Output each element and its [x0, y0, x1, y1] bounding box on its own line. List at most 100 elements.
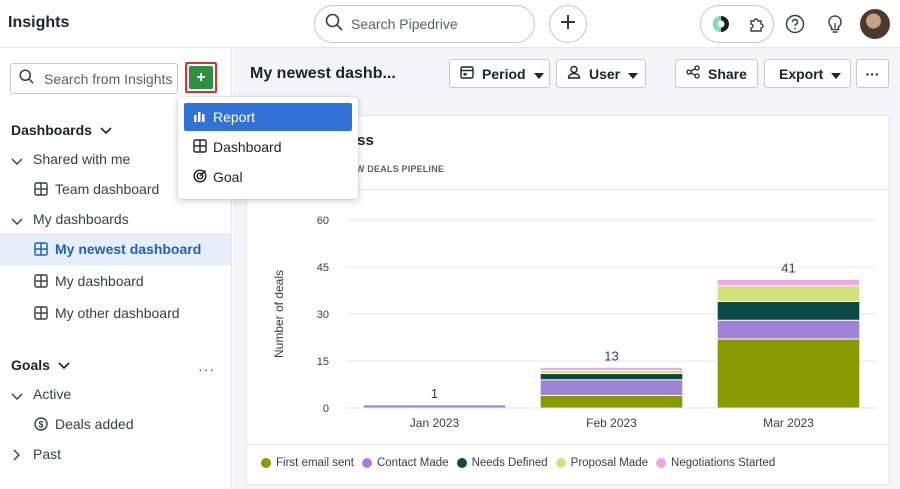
- calendar-icon: [460, 65, 474, 82]
- period-label: Period: [482, 65, 526, 82]
- search-icon: [325, 13, 343, 36]
- export-button[interactable]: Export: [764, 59, 851, 88]
- caret-down-icon: [628, 66, 639, 82]
- share-label: Share: [708, 65, 747, 82]
- bar-segment: [717, 286, 860, 301]
- my-dashboards-label: My dashboards: [33, 211, 129, 227]
- menu-item-label: Goal: [213, 169, 243, 185]
- menu-item-label: Report: [213, 109, 256, 125]
- legend-label: Negotiations Started: [671, 457, 776, 469]
- chevron-down-icon: [11, 388, 23, 404]
- bar-segment: [540, 370, 683, 374]
- share-button[interactable]: Share: [675, 59, 758, 88]
- bar-total-label: 1: [431, 386, 438, 401]
- legend-divider: [247, 444, 888, 445]
- insights-search-input[interactable]: Search from Insights: [10, 63, 178, 94]
- global-search-placeholder: Search Pipedrive: [351, 16, 458, 32]
- sidebar-item-label: Deals added: [55, 416, 134, 432]
- dashboard-icon: [34, 182, 48, 199]
- my-dashboards-group[interactable]: My dashboards: [0, 203, 231, 235]
- period-filter-button[interactable]: Period: [449, 59, 550, 88]
- legend-swatch: [456, 458, 467, 468]
- add-insight-menu: Report Dashboard Goal: [178, 97, 358, 199]
- quick-add-button[interactable]: [549, 5, 587, 43]
- shared-with-me-label: Shared with me: [33, 151, 131, 167]
- bar-segment: [717, 280, 860, 286]
- dashboard-icon: [34, 274, 48, 291]
- lightbulb-icon[interactable]: [823, 12, 847, 36]
- extensions-icon[interactable]: [747, 14, 767, 39]
- y-tick-label: 0: [323, 403, 329, 415]
- bar-segment: [540, 380, 683, 395]
- y-tick-label: 60: [317, 215, 329, 227]
- sales-assistant-icon[interactable]: [711, 14, 731, 39]
- search-icon: [19, 69, 34, 89]
- user-filter-button[interactable]: User: [556, 59, 646, 88]
- legend-item[interactable]: Negotiations Started: [656, 457, 775, 469]
- sidebar-item-my-newest-dashboard[interactable]: My newest dashboard: [0, 233, 231, 265]
- legend-swatch: [555, 458, 566, 468]
- menu-item-label: Dashboard: [213, 139, 282, 155]
- svg-text:$: $: [38, 419, 43, 429]
- bar-segment: [540, 374, 683, 380]
- bar-segment: [540, 395, 683, 408]
- legend-item[interactable]: Proposal Made: [555, 457, 649, 469]
- bar-total-label: 13: [604, 348, 618, 363]
- legend-swatch: [361, 458, 372, 468]
- sidebar-item-label: My dashboard: [55, 273, 144, 289]
- help-icon[interactable]: [783, 12, 807, 36]
- y-axis-label: Number of deals: [272, 270, 286, 358]
- avatar[interactable]: [860, 9, 890, 39]
- sidebar-item-my-other-dashboard[interactable]: My other dashboard: [0, 297, 231, 329]
- y-tick-label: 45: [317, 262, 329, 274]
- more-options-button[interactable]: ···: [856, 59, 889, 88]
- goals-past-group[interactable]: Past: [0, 438, 231, 470]
- insights-search-placeholder: Search from Insights: [44, 70, 173, 87]
- dashboard-title[interactable]: My newest dashb...: [250, 65, 396, 83]
- legend-label: Proposal Made: [570, 457, 649, 469]
- bar-chart-icon: [193, 109, 207, 126]
- legend-item[interactable]: Needs Defined: [456, 457, 548, 469]
- chevron-down-icon: [100, 122, 112, 138]
- x-tick-label: Feb 2023: [586, 416, 637, 430]
- menu-item-dashboard[interactable]: Dashboard: [184, 133, 352, 161]
- menu-item-report[interactable]: Report: [184, 103, 352, 131]
- dashboard-icon: [193, 138, 207, 156]
- goals-active-label: Active: [33, 386, 72, 402]
- user-icon: [567, 65, 581, 82]
- chevron-down-icon: [11, 213, 23, 229]
- sidebar-item-my-dashboard[interactable]: My dashboard: [0, 265, 231, 297]
- app-title: Insights: [8, 14, 70, 31]
- sidebar-item-label: My other dashboard: [55, 305, 180, 321]
- x-tick-label: Mar 2023: [763, 416, 814, 430]
- sidebar-item-label: Team dashboard: [55, 181, 160, 197]
- share-icon: [686, 65, 700, 82]
- goals-active-group[interactable]: Active: [0, 378, 231, 410]
- global-search-input[interactable]: Search Pipedrive: [314, 5, 535, 43]
- goals-more-button[interactable]: ···: [198, 361, 215, 377]
- bar-segment: [717, 339, 860, 408]
- legend-label: First email sent: [276, 457, 354, 469]
- x-tick-label: Jan 2023: [410, 416, 460, 430]
- chevron-right-icon: [13, 448, 21, 464]
- chart-legend: First email sent Contact Made Needs Define…: [261, 457, 775, 469]
- y-tick-label: 30: [317, 309, 329, 321]
- dashboards-section-toggle[interactable]: Dashboards: [11, 122, 112, 138]
- export-label: Export: [779, 65, 824, 82]
- add-insight-button[interactable]: +: [185, 62, 217, 93]
- legend-label: Needs Defined: [471, 457, 548, 469]
- more-label: ···: [865, 65, 880, 82]
- sidebar-item-deals-added[interactable]: $ Deals added: [0, 408, 231, 440]
- legend-item[interactable]: First email sent: [261, 457, 354, 469]
- goals-section-toggle[interactable]: Goals: [11, 357, 70, 373]
- legend-item[interactable]: Contact Made: [361, 457, 449, 469]
- bar-segment: [717, 301, 860, 320]
- user-label: User: [589, 65, 621, 82]
- menu-item-goal[interactable]: Goal: [184, 163, 352, 191]
- dollar-icon: $: [34, 417, 48, 434]
- plus-icon: [560, 14, 576, 35]
- chevron-down-icon: [11, 153, 23, 169]
- caret-down-icon: [831, 66, 842, 82]
- assistant-extensions-group: [700, 5, 774, 43]
- dashboards-section-label: Dashboards: [11, 122, 92, 138]
